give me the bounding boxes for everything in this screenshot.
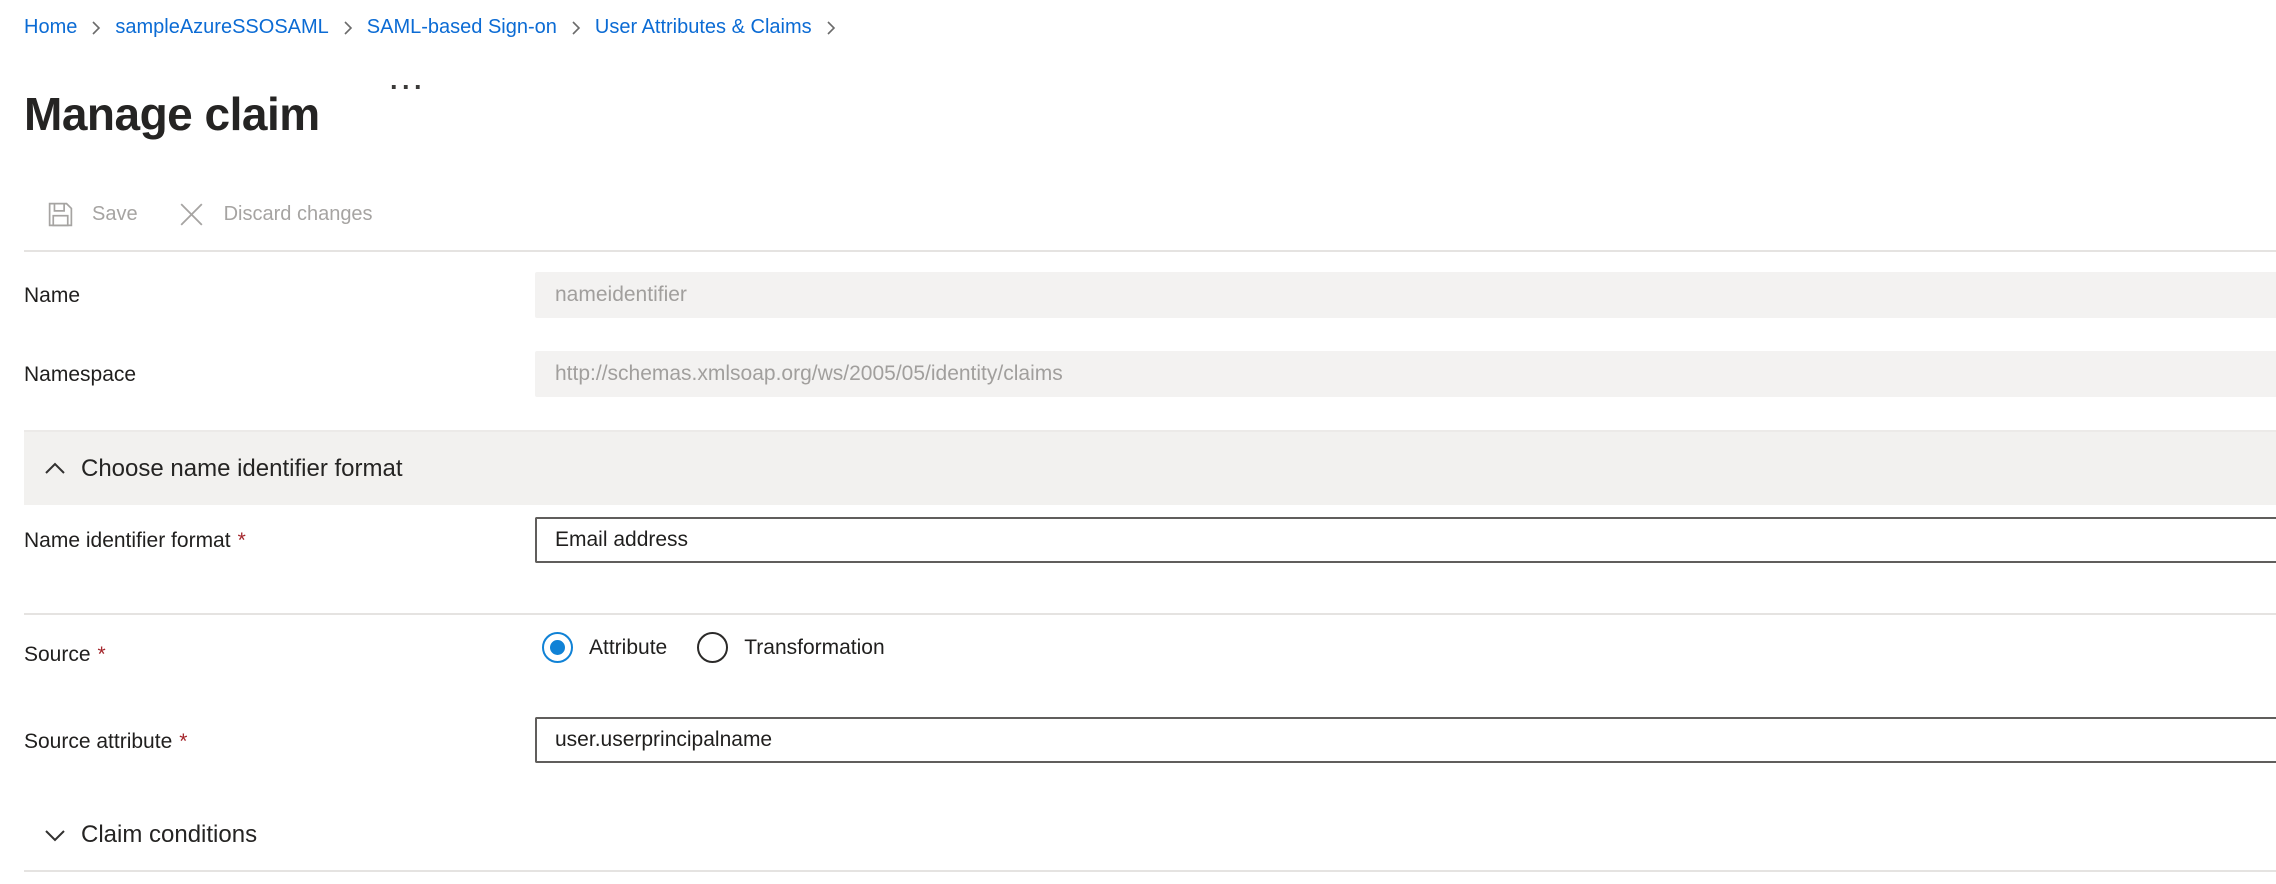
- radio-label: Attribute: [589, 636, 667, 660]
- section-claim-conditions[interactable]: Claim conditions: [24, 800, 2276, 870]
- chevron-down-icon: [43, 826, 67, 844]
- source-attribute-label: Source attribute*: [24, 730, 187, 754]
- chevron-right-icon: [568, 17, 584, 39]
- more-options-button[interactable]: ···: [390, 74, 426, 101]
- required-asterisk: *: [179, 730, 187, 753]
- save-button[interactable]: Save: [46, 200, 138, 229]
- chevron-right-icon: [88, 17, 104, 39]
- required-asterisk: *: [238, 529, 246, 552]
- section-choose-name-identifier-format[interactable]: Choose name identifier format: [24, 430, 2276, 505]
- divider: [24, 250, 2276, 252]
- name-field-label: Name: [24, 284, 80, 308]
- discard-changes-button[interactable]: Discard changes: [176, 199, 373, 230]
- command-bar: Save Discard changes: [46, 192, 373, 236]
- manage-claim-page: Home sampleAzureSSOSAML SAML-based Sign-…: [0, 0, 2276, 884]
- name-input: nameidentifier: [535, 272, 2276, 318]
- divider: [24, 613, 2276, 615]
- radio-selected-icon: [542, 632, 573, 663]
- save-icon: [46, 200, 75, 229]
- chevron-right-icon: [823, 17, 839, 39]
- breadcrumb-item-home[interactable]: Home: [24, 16, 77, 39]
- name-identifier-format-select[interactable]: Email address: [535, 517, 2276, 563]
- breadcrumb-item-saml-based-sign-on[interactable]: SAML-based Sign-on: [367, 16, 557, 39]
- source-radio-transformation[interactable]: Transformation: [697, 632, 884, 663]
- section-title: Choose name identifier format: [81, 455, 403, 483]
- page-title: Manage claim: [24, 87, 320, 142]
- ellipsis-icon: ···: [390, 72, 426, 102]
- breadcrumb-item-user-attributes-claims[interactable]: User Attributes & Claims: [595, 16, 812, 39]
- radio-label: Transformation: [744, 636, 884, 660]
- discard-changes-button-label: Discard changes: [224, 203, 373, 226]
- save-button-label: Save: [92, 203, 138, 226]
- source-label: Source*: [24, 643, 106, 667]
- namespace-field-label: Namespace: [24, 363, 136, 387]
- source-radio-attribute[interactable]: Attribute: [542, 632, 667, 663]
- chevron-right-icon: [340, 17, 356, 39]
- chevron-up-icon: [43, 460, 67, 478]
- name-identifier-format-label: Name identifier format*: [24, 529, 246, 553]
- source-radio-group: Attribute Transformation: [542, 632, 885, 663]
- x-icon: [176, 199, 207, 230]
- breadcrumb: Home sampleAzureSSOSAML SAML-based Sign-…: [24, 16, 839, 39]
- divider: [24, 870, 2276, 872]
- namespace-input: http://schemas.xmlsoap.org/ws/2005/05/id…: [535, 351, 2276, 397]
- source-attribute-combobox[interactable]: user.userprincipalname: [535, 717, 2276, 763]
- required-asterisk: *: [98, 643, 106, 666]
- radio-unselected-icon: [697, 632, 728, 663]
- section-title: Claim conditions: [81, 821, 257, 849]
- breadcrumb-item-sampleazuressosaml[interactable]: sampleAzureSSOSAML: [115, 16, 328, 39]
